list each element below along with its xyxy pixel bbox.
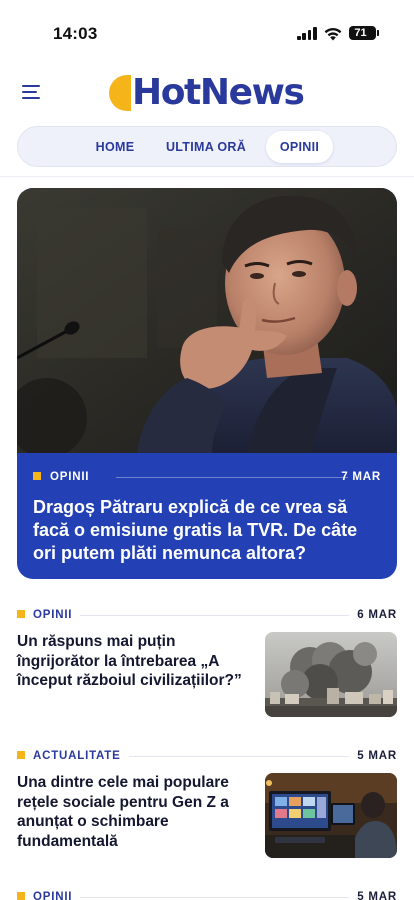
article-category[interactable]: ACTUALITATE [33,749,129,763]
status-time: 14:03 [53,24,98,43]
hero-photo[interactable] [17,188,397,453]
article-meta: OPINII 5 MAR [17,890,397,900]
meta-divider-line [77,897,367,898]
article-title[interactable]: Un răspuns mai puțin îngrijorător la înt… [17,632,249,691]
article-meta: ACTUALITATE 5 MAR [17,749,397,763]
article-card[interactable]: ACTUALITATE 5 MAR Una dintre cele mai po… [17,749,397,859]
article-date: 6 MAR [349,608,397,622]
category-marker [17,751,25,759]
article-title[interactable]: Una dintre cele mai populare rețele soci… [17,773,249,851]
article-thumbnail[interactable] [265,632,397,717]
article-category[interactable]: OPINII [33,608,81,622]
hotnews-logo[interactable]: HotNews [109,72,305,114]
article-meta: OPINII 6 MAR [17,608,397,622]
article-date: 5 MAR [349,749,397,763]
hero-date: 7 MAR [341,471,381,483]
status-bar: 14:03 71 [0,0,414,62]
article-date: 5 MAR [349,890,397,900]
category-marker [33,472,41,480]
hero-meta: OPINII 7 MAR [33,470,381,484]
header-divider [0,176,414,177]
battery-icon: 71 [349,26,376,40]
wifi-icon [324,27,342,41]
tab-home[interactable]: HOME [84,131,146,163]
tab-ultima-ora[interactable]: ULTIMA ORĂ [160,131,252,163]
logo-half-circle-icon [109,75,131,111]
hamburger-menu-icon[interactable] [22,85,40,100]
article-category[interactable]: OPINII [33,890,81,900]
cellular-signal-icon [297,27,317,40]
tab-opinii[interactable]: OPINII [266,131,333,163]
battery-tip [377,30,379,36]
battery-level: 71 [354,27,367,39]
meta-divider-line [116,477,348,478]
article-thumbnail[interactable] [265,773,397,858]
hero-article-card[interactable]: OPINII 7 MAR Dragoș Pătraru explică de c… [17,188,397,579]
article-card[interactable]: OPINII 5 MAR [17,890,397,900]
hero-category[interactable]: OPINII [50,470,89,484]
article-card[interactable]: OPINII 6 MAR Un răspuns mai puțin îngrij… [17,608,397,718]
section-nav: HOME ULTIMA ORĂ OPINII [17,126,397,167]
category-marker [17,892,25,900]
category-marker [17,610,25,618]
hero-title[interactable]: Dragoș Pătraru explică de ce vrea să fac… [33,496,383,565]
logo-text: HotNews [132,72,305,113]
meta-divider-line [117,756,367,757]
meta-divider-line [77,615,367,616]
